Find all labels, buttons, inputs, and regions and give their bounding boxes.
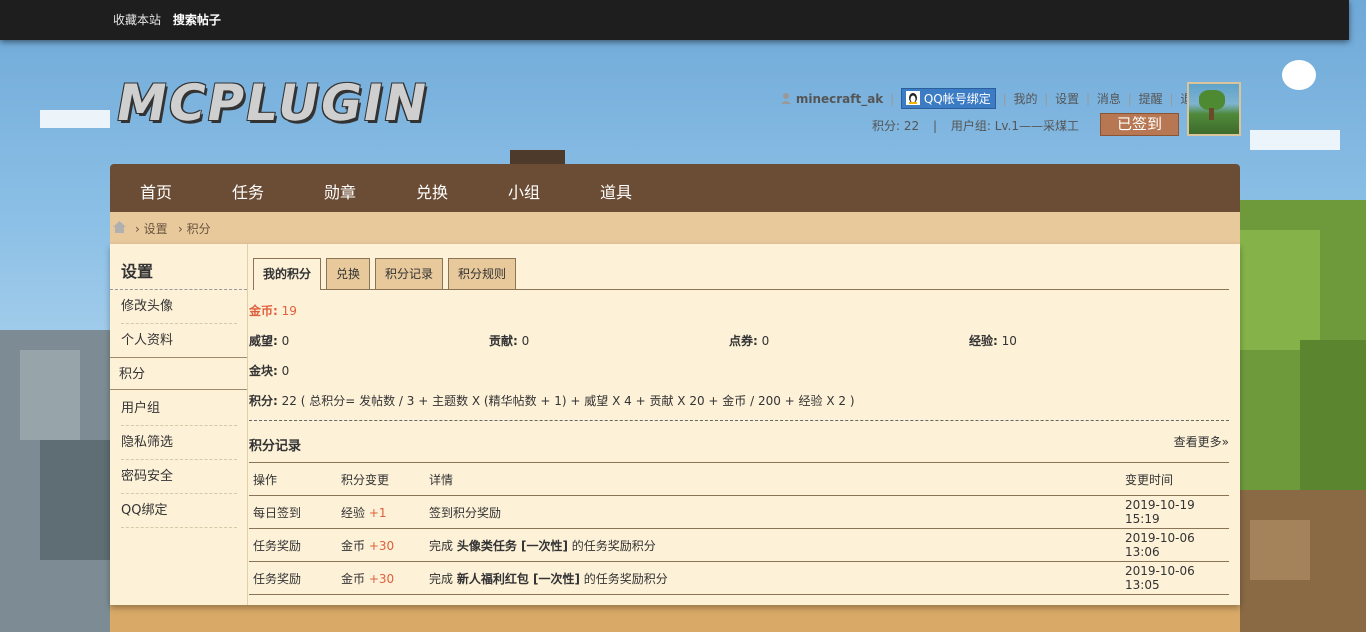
cell-action: 任务奖励 bbox=[249, 561, 337, 595]
view-more-link[interactable]: 查看更多» bbox=[1174, 433, 1229, 450]
separator: | bbox=[1044, 92, 1049, 106]
table-row: 任务奖励 金币 +30 完成 新人福利红包 [一次性] 的任务奖励积分 2019… bbox=[249, 561, 1229, 595]
qq-penguin-icon bbox=[906, 91, 920, 105]
separator: | bbox=[890, 92, 895, 106]
prestige-stat: 威望: 0 bbox=[249, 334, 290, 348]
cell-change: 金币 +30 bbox=[337, 561, 425, 595]
username-link[interactable]: minecraft_ak bbox=[796, 92, 883, 106]
qq-bind-label: QQ帐号绑定 bbox=[923, 92, 991, 106]
col-change: 积分变更 bbox=[337, 462, 425, 496]
cell-action: 任务奖励 bbox=[249, 528, 337, 562]
sidebar-item-privacy[interactable]: 隐私筛选 bbox=[121, 426, 237, 460]
contribution-stat: 贡献: 0 bbox=[489, 334, 530, 348]
table-header-row: 操作 积分变更 详情 变更时间 bbox=[249, 462, 1229, 496]
qq-bind-button[interactable]: QQ帐号绑定 bbox=[901, 88, 996, 109]
cell-detail: 完成 头像类任务 [一次性] 的任务奖励积分 bbox=[425, 528, 1121, 562]
breadcrumb-settings[interactable]: › 设置 bbox=[135, 220, 168, 237]
nav-tasks[interactable]: 任务 bbox=[232, 179, 264, 203]
menu-reminders[interactable]: 提醒 bbox=[1139, 92, 1163, 106]
main-nav: 首页 任务 勋章 兑换 小组 道具 bbox=[110, 164, 1240, 212]
nav-exchange[interactable]: 兑换 bbox=[416, 179, 448, 203]
menu-settings[interactable]: 设置 bbox=[1055, 92, 1079, 106]
coupon-stat: 点券: 0 bbox=[729, 334, 770, 348]
cell-time: 2019-10-06 13:05 bbox=[1121, 561, 1229, 595]
sidebar-item-password[interactable]: 密码安全 bbox=[121, 460, 237, 494]
gold-stat: 金币: 19 bbox=[249, 304, 297, 318]
home-icon[interactable] bbox=[113, 221, 126, 233]
nugget-stat: 金块: 0 bbox=[249, 364, 290, 378]
sidebar-item-profile[interactable]: 个人资料 bbox=[121, 324, 237, 358]
sidebar-item-avatar[interactable]: 修改头像 bbox=[121, 290, 237, 324]
exp-stat: 经验: 10 bbox=[969, 334, 1017, 348]
site-logo[interactable]: MCPLUGIN bbox=[112, 74, 433, 132]
avatar[interactable] bbox=[1187, 82, 1241, 136]
content-panel: 设置 修改头像 个人资料 积分 用户组 隐私筛选 密码安全 QQ绑定 我的积分 … bbox=[110, 244, 1240, 605]
col-action: 操作 bbox=[249, 462, 337, 496]
cell-detail: 签到积分奖励 bbox=[425, 495, 1121, 529]
tab-exchange[interactable]: 兑换 bbox=[326, 258, 371, 289]
user-info-bar: 积分: 22 | 用户组: Lv.1——采煤工 bbox=[872, 117, 1079, 134]
favorite-link[interactable]: 收藏本站 bbox=[113, 13, 161, 27]
separator: | bbox=[1002, 92, 1007, 106]
cell-time: 2019-10-06 13:06 bbox=[1121, 528, 1229, 562]
cell-change: 经验 +1 bbox=[337, 495, 425, 529]
signed-in-button[interactable]: 已签到 bbox=[1100, 113, 1179, 136]
total-credits-formula: 积分: 22 ( 总积分= 发帖数 / 3 + 主题数 X (精华帖数 + 1)… bbox=[249, 394, 855, 408]
table-row: 任务奖励 金币 +30 完成 头像类任务 [一次性] 的任务奖励积分 2019-… bbox=[249, 528, 1229, 562]
task-link[interactable]: 新人福利红包 [一次性] bbox=[457, 572, 580, 586]
cell-detail: 完成 新人福利红包 [一次性] 的任务奖励积分 bbox=[425, 561, 1121, 595]
menu-messages[interactable]: 消息 bbox=[1097, 92, 1121, 106]
credit-log-table: 操作 积分变更 详情 变更时间 每日签到 经验 +1 签到积分奖励 2019-1… bbox=[249, 462, 1229, 595]
tab-credit-log[interactable]: 积分记录 bbox=[375, 258, 444, 289]
divider bbox=[249, 420, 1229, 421]
sidebar-item-qq[interactable]: QQ绑定 bbox=[121, 494, 237, 528]
col-detail: 详情 bbox=[425, 462, 1121, 496]
breadcrumb-credits[interactable]: › 积分 bbox=[178, 220, 211, 237]
tab-my-credits[interactable]: 我的积分 bbox=[253, 258, 322, 290]
nav-groups[interactable]: 小组 bbox=[508, 179, 540, 203]
avatar-tree bbox=[1199, 90, 1225, 110]
settings-sidebar: 设置 修改头像 个人资料 积分 用户组 隐私筛选 密码安全 QQ绑定 bbox=[110, 244, 248, 605]
credit-log-title: 积分记录 bbox=[249, 439, 302, 454]
separator: | bbox=[932, 119, 938, 133]
cell-action: 每日签到 bbox=[249, 495, 337, 529]
task-link[interactable]: 头像类任务 [一次性] bbox=[457, 539, 568, 553]
separator: | bbox=[1086, 92, 1091, 106]
separator: | bbox=[1169, 92, 1174, 106]
cell-change: 金币 +30 bbox=[337, 528, 425, 562]
table-row: 每日签到 经验 +1 签到积分奖励 2019-10-19 15:19 bbox=[249, 495, 1229, 529]
top-bar: 收藏本站 搜索帖子 bbox=[0, 0, 1349, 40]
sidebar-item-usergroup[interactable]: 用户组 bbox=[121, 392, 237, 426]
user-bar: minecraft_ak | QQ帐号绑定 | 我的 | 设置 | 消息 | 提… bbox=[780, 88, 1204, 109]
cell-time: 2019-10-19 15:19 bbox=[1121, 495, 1229, 529]
nav-props[interactable]: 道具 bbox=[600, 179, 632, 203]
tab-credit-rules[interactable]: 积分规则 bbox=[448, 258, 517, 289]
nav-medals[interactable]: 勋章 bbox=[324, 179, 356, 203]
credits-link[interactable]: 积分: 22 bbox=[872, 119, 919, 133]
avatar-trunk bbox=[1209, 108, 1214, 120]
breadcrumb: › 设置 › 积分 bbox=[110, 212, 1240, 244]
credits-tabs: 我的积分 兑换 积分记录 积分规则 bbox=[253, 258, 1229, 290]
user-icon bbox=[781, 93, 791, 104]
separator: | bbox=[1127, 92, 1132, 106]
user-group-link[interactable]: 用户组: Lv.1——采煤工 bbox=[951, 119, 1079, 133]
sidebar-item-credits[interactable]: 积分 bbox=[110, 357, 247, 390]
floating-circle-button[interactable] bbox=[1282, 60, 1316, 90]
col-time: 变更时间 bbox=[1121, 462, 1229, 496]
nav-home[interactable]: 首页 bbox=[140, 179, 172, 203]
menu-my[interactable]: 我的 bbox=[1013, 92, 1037, 106]
sidebar-title: 设置 bbox=[121, 262, 154, 281]
search-posts-link[interactable]: 搜索帖子 bbox=[173, 13, 221, 27]
